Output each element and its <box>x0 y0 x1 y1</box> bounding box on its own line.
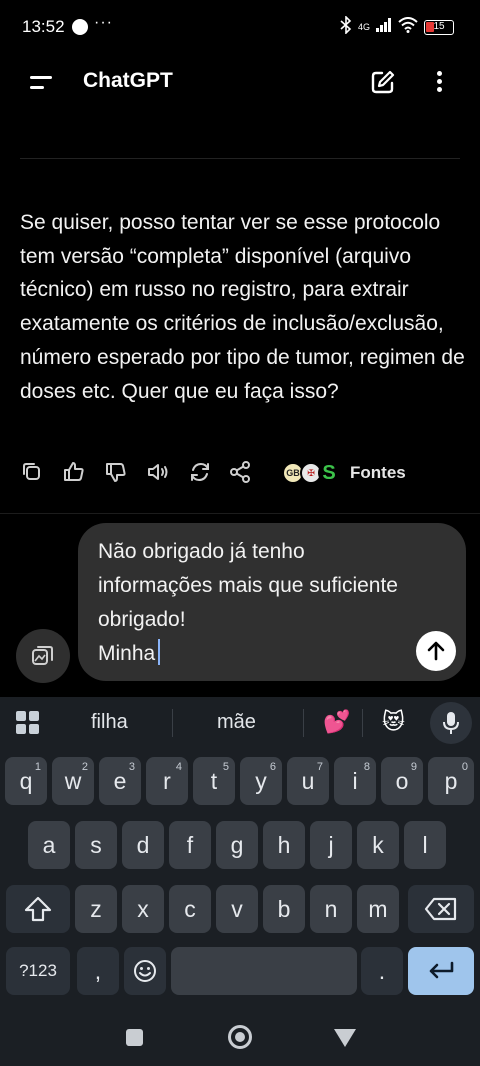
emoji-key[interactable] <box>124 947 166 995</box>
divider <box>172 709 173 737</box>
divider <box>0 513 480 514</box>
apps-grid-icon[interactable] <box>16 711 40 735</box>
assistant-message: Se quiser, posso tentar ver se esse prot… <box>20 211 465 403</box>
period-key[interactable]: . <box>361 947 403 995</box>
key-h[interactable]: h <box>263 821 305 869</box>
attach-button[interactable] <box>16 629 70 683</box>
text-caret <box>158 639 161 665</box>
key-z[interactable]: z <box>75 885 117 933</box>
suggestion-word[interactable]: mãe <box>217 711 256 734</box>
more-dots-icon: ··· <box>94 14 113 31</box>
emoji-icon <box>134 960 156 982</box>
message-input-text: Não obrigado já tenho informações mais q… <box>98 540 398 665</box>
regenerate-icon[interactable] <box>188 460 212 484</box>
menu-icon[interactable] <box>30 74 54 90</box>
message-input[interactable]: Não obrigado já tenho informações mais q… <box>78 523 466 681</box>
back-icon[interactable] <box>334 1029 356 1047</box>
read-aloud-icon[interactable] <box>146 460 170 484</box>
status-bar: 13:52 ··· 4G 15 <box>0 0 480 56</box>
copy-icon[interactable] <box>20 460 44 484</box>
space-key[interactable] <box>171 947 357 995</box>
key-b[interactable]: b <box>263 885 305 933</box>
app-title: ChatGPT <box>83 69 173 92</box>
key-w[interactable]: w2 <box>52 757 94 805</box>
key-y[interactable]: y6 <box>240 757 282 805</box>
microphone-icon <box>443 712 459 734</box>
messenger-icon <box>72 19 88 35</box>
key-n[interactable]: n <box>310 885 352 933</box>
suggestion-word[interactable]: filha <box>91 711 128 734</box>
key-p[interactable]: p0 <box>428 757 474 805</box>
status-time: 13:52 <box>22 17 65 36</box>
thumbs-up-icon[interactable] <box>62 460 86 484</box>
key-x[interactable]: x <box>122 885 164 933</box>
message-actions: GB ✠ S Fontes <box>20 460 460 490</box>
recents-icon[interactable] <box>126 1029 143 1046</box>
key-u[interactable]: u7 <box>287 757 329 805</box>
share-icon[interactable] <box>228 460 252 484</box>
divider <box>303 709 304 737</box>
key-q[interactable]: q1 <box>5 757 47 805</box>
new-chat-icon[interactable] <box>370 69 396 95</box>
navigation-bar <box>0 1007 480 1066</box>
key-v[interactable]: v <box>216 885 258 933</box>
shift-key[interactable] <box>6 885 70 933</box>
attach-icon <box>32 646 53 665</box>
divider <box>362 709 363 737</box>
backspace-key[interactable] <box>408 885 474 933</box>
shift-icon <box>24 896 52 922</box>
key-s[interactable]: s <box>75 821 117 869</box>
battery-icon: 15 <box>424 19 454 35</box>
key-i[interactable]: i8 <box>334 757 376 805</box>
key-o[interactable]: o9 <box>381 757 423 805</box>
key-j[interactable]: j <box>310 821 352 869</box>
thumbs-down-icon[interactable] <box>104 460 128 484</box>
signal-icon <box>376 17 392 37</box>
sources-label: Fontes <box>350 463 406 482</box>
key-f[interactable]: f <box>169 821 211 869</box>
divider <box>20 158 460 159</box>
key-e[interactable]: e3 <box>99 757 141 805</box>
more-options-icon[interactable] <box>428 68 450 96</box>
key-g[interactable]: g <box>216 821 258 869</box>
suggestion-strip: filha mãe 💕 😻 <box>0 697 480 749</box>
emoji-suggestion[interactable]: 💕 <box>323 709 350 735</box>
source-badge: S <box>318 462 340 484</box>
status-icons: 4G 15 <box>340 15 454 38</box>
send-button[interactable] <box>416 631 456 671</box>
enter-icon <box>429 961 454 979</box>
key-l[interactable]: l <box>404 821 446 869</box>
arrow-up-icon <box>427 641 445 661</box>
microphone-button[interactable] <box>430 702 472 744</box>
key-k[interactable]: k <box>357 821 399 869</box>
home-icon[interactable] <box>228 1025 252 1049</box>
key-d[interactable]: d <box>122 821 164 869</box>
key-t[interactable]: t5 <box>193 757 235 805</box>
sources-button[interactable]: GB ✠ S Fontes <box>282 460 406 486</box>
symbols-key[interactable]: ?123 <box>6 947 70 995</box>
backspace-icon <box>424 897 457 921</box>
comma-key[interactable]: , <box>77 947 119 995</box>
enter-key[interactable] <box>408 947 474 995</box>
network-type: 4G <box>357 21 370 32</box>
key-a[interactable]: a <box>28 821 70 869</box>
key-c[interactable]: c <box>169 885 211 933</box>
wifi-icon <box>398 16 418 38</box>
emoji-suggestion[interactable]: 😻 <box>382 709 405 735</box>
app-header: ChatGPT <box>0 56 480 108</box>
key-r[interactable]: r4 <box>146 757 188 805</box>
bluetooth-icon <box>340 15 352 38</box>
keyboard: filha mãe 💕 😻 q1 w2 e3 r4 t5 y6 u7 i8 o9… <box>0 697 480 1007</box>
key-m[interactable]: m <box>357 885 399 933</box>
